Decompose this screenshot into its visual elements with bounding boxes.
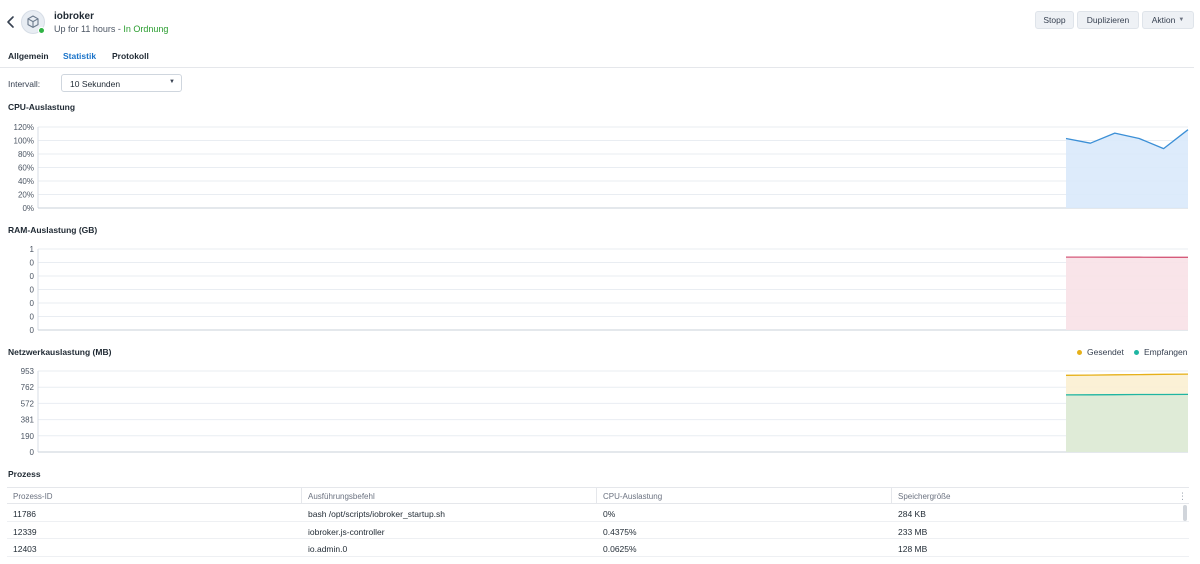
header: iobroker Up for 11 hours - In Ordnung St… (0, 0, 1200, 44)
cpu-y-tick-label: 100% (14, 137, 34, 146)
network-chart: 953 762 572 381 190 0 (21, 367, 1189, 457)
chevron-down-icon: ▼ (169, 79, 175, 85)
cpu-chart: 120% 100% 80% 60% 40% 20% 0% (14, 123, 1189, 213)
col-header-cpu[interactable]: CPU-Auslastung (603, 492, 662, 501)
ram-y-tick-label: 0 (30, 299, 35, 308)
process-table: Prozess-ID Ausführungsbefehl CPU-Auslast… (7, 487, 1189, 557)
ram-y-tick-label: 0 (30, 272, 35, 281)
cpu-y-tick-label: 40% (18, 177, 34, 186)
net-series-1-line (1065, 393, 1189, 396)
table-row[interactable]: 11786 bash /opt/scripts/iobroker_startup… (7, 504, 1189, 522)
net-y-tick-label: 0 (30, 448, 35, 457)
column-divider[interactable] (891, 488, 892, 504)
cell-memory: 233 MB (898, 526, 928, 537)
ram-chart: 1 0 0 0 0 0 0 (30, 245, 1188, 335)
cell-pid: 12403 (13, 544, 37, 554)
column-divider[interactable] (596, 488, 597, 504)
table-row[interactable]: 12403 io.admin.0 0.0625% 128 MB (7, 539, 1189, 557)
health-status: In Ordnung (123, 24, 169, 34)
cpu-chart-title: CPU-Auslastung (8, 102, 76, 112)
legend-received: Empfangen (1134, 347, 1187, 357)
legend-sent-label: Gesendet (1087, 347, 1124, 357)
net-y-tick-label: 572 (21, 399, 35, 408)
ram-y-tick-label: 0 (30, 313, 35, 322)
tab-statistik[interactable]: Statistik (63, 51, 96, 61)
cell-pid: 11786 (13, 509, 37, 519)
ram-chart-title: RAM-Auslastung (GB) (8, 225, 98, 235)
cell-cpu: 0.4375% (603, 526, 637, 537)
cell-cpu: 0.0625% (603, 544, 637, 554)
table-scrollbar[interactable] (1183, 505, 1187, 521)
process-table-header: Prozess-ID Ausführungsbefehl CPU-Auslast… (7, 487, 1189, 504)
legend-received-dot (1134, 349, 1139, 355)
container-status: Up for 11 hours - In Ordnung (54, 24, 168, 34)
tab-protokoll[interactable]: Protokoll (112, 51, 149, 61)
ram-y-tick-label: 0 (30, 286, 35, 295)
caret-down-icon: ▼ (1178, 17, 1185, 23)
net-y-tick-label: 190 (21, 432, 35, 441)
container-title: iobroker (54, 11, 95, 22)
cpu-y-tick-label: 20% (18, 191, 34, 200)
cell-memory: 284 KB (898, 509, 926, 519)
cell-memory: 128 MB (898, 544, 928, 554)
interval-value: 10 Sekunden (70, 79, 121, 89)
column-options-icon[interactable]: ⋮ (1178, 491, 1187, 502)
legend-received-label: Empfangen (1144, 347, 1188, 357)
net-y-tick-label: 381 (21, 416, 35, 425)
col-header-memory[interactable]: Speichergröße (898, 492, 950, 501)
ram-y-tick-label: 0 (30, 326, 35, 335)
process-title: Prozess (8, 469, 41, 479)
tab-bar: Allgemein Statistik Protokoll (0, 44, 1194, 68)
tab-allgemein[interactable]: Allgemein (8, 51, 49, 61)
cell-cpu: 0% (603, 509, 616, 519)
ram-y-tick-label: 1 (30, 245, 35, 254)
action-menu-button[interactable]: Aktion ▼ (1142, 11, 1194, 29)
column-divider[interactable] (301, 488, 302, 504)
ram-y-tick-label: 0 (30, 259, 35, 268)
ram-series-0-area (1066, 257, 1188, 330)
cell-command: io.admin.0 (308, 544, 348, 554)
cpu-y-tick-label: 120% (14, 123, 34, 132)
interval-select[interactable]: 10 Sekunden ▼ (61, 74, 182, 92)
col-header-pid[interactable]: Prozess-ID (13, 492, 53, 501)
cpu-y-tick-label: 0% (22, 204, 34, 213)
back-chevron-icon[interactable] (5, 14, 17, 30)
col-header-command[interactable]: Ausführungsbefehl (308, 492, 375, 501)
cpu-y-tick-label: 80% (18, 150, 34, 159)
legend-sent: Gesendet (1077, 347, 1124, 357)
cpu-y-tick-label: 60% (18, 164, 34, 173)
network-chart-title: Netzwerkauslastung (MB) (8, 347, 112, 357)
action-label: Aktion (1151, 15, 1176, 25)
table-row[interactable]: 12339 iobroker.js-controller 0.4375% 233… (7, 522, 1189, 539)
duplicate-button[interactable]: Duplizieren (1077, 11, 1139, 29)
net-y-tick-label: 953 (21, 367, 35, 376)
net-series-1-area (1066, 394, 1188, 452)
uptime-text: Up for 11 hours - (54, 24, 124, 34)
cell-pid: 12339 (13, 526, 37, 537)
interval-label: Intervall: (8, 79, 41, 89)
running-status-dot (38, 27, 45, 34)
cell-command: bash /opt/scripts/iobroker_startup.sh (308, 509, 446, 519)
legend-sent-dot (1077, 349, 1082, 355)
net-y-tick-label: 762 (21, 383, 35, 392)
cell-command: iobroker.js-controller (308, 526, 385, 537)
stop-button[interactable]: Stopp (1035, 11, 1074, 29)
